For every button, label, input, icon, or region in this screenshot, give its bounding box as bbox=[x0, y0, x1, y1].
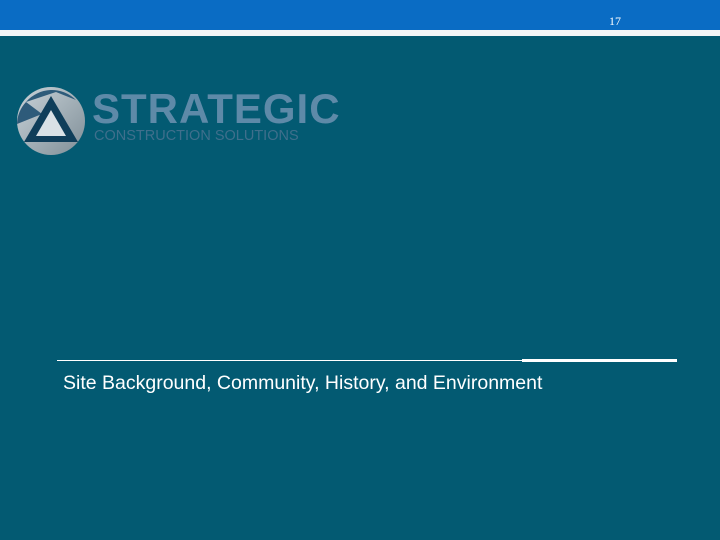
slide-subtitle: Site Background, Community, History, and… bbox=[63, 372, 543, 394]
logo-wordmark: STRATEGIC bbox=[92, 85, 341, 132]
top-bar-divider bbox=[0, 30, 720, 36]
triangle-logo-icon bbox=[17, 87, 85, 155]
title-rule-accent bbox=[522, 359, 677, 362]
page-number: 17 bbox=[609, 14, 621, 28]
company-logo: STRATEGIC CONSTRUCTION SOLUTIONS bbox=[12, 84, 372, 159]
logo-tagline: CONSTRUCTION SOLUTIONS bbox=[94, 128, 299, 144]
